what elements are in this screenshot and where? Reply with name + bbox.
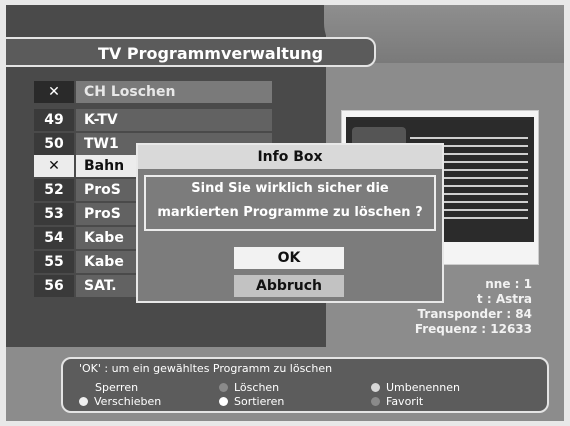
legend-label: Sperren bbox=[95, 381, 139, 394]
color-dot-icon bbox=[219, 383, 228, 392]
info-dialog: Info Box Sind Sie wirklich sicher die ma… bbox=[136, 143, 444, 303]
info-transponder: Transponder : 84 bbox=[417, 307, 532, 321]
tv-screen: TV Programmverwaltung ✕ CH Loschen 49 K-… bbox=[6, 5, 564, 421]
info-antenna: nne : 1 bbox=[485, 277, 532, 291]
channel-number: 54 bbox=[34, 227, 74, 249]
help-hint: 'OK' : um ein gewähltes Programm zu lösc… bbox=[79, 362, 333, 375]
channel-number: 53 bbox=[34, 203, 74, 225]
legend-label: Sortieren bbox=[234, 395, 285, 408]
cancel-button[interactable]: Abbruch bbox=[234, 275, 344, 297]
legend-label: Umbenennen bbox=[386, 381, 460, 394]
legend-umbenennen: Umbenennen bbox=[371, 381, 460, 394]
channel-name: K-TV bbox=[76, 109, 272, 131]
color-dot-icon bbox=[79, 397, 88, 406]
color-dot-icon bbox=[371, 397, 380, 406]
dialog-message: Sind Sie wirklich sicher die markierten … bbox=[144, 175, 436, 231]
legend-label: Löschen bbox=[234, 381, 280, 394]
page-title: TV Programmverwaltung bbox=[6, 37, 376, 67]
delete-channel-action[interactable]: ✕ CH Loschen bbox=[34, 81, 272, 103]
channel-number: 52 bbox=[34, 179, 74, 201]
dialog-title: Info Box bbox=[138, 145, 442, 169]
channel-number: 50 bbox=[34, 133, 74, 155]
dialog-message-line: markierten Programme zu löschen ? bbox=[157, 205, 423, 220]
dialog-message-line: Sind Sie wirklich sicher die bbox=[191, 181, 389, 196]
legend-sortieren: Sortieren bbox=[219, 395, 284, 408]
channel-number: 56 bbox=[34, 275, 74, 297]
legend-sperren: Sperren bbox=[95, 381, 138, 394]
color-dot-icon bbox=[371, 383, 380, 392]
channel-number: 55 bbox=[34, 251, 74, 273]
ok-button[interactable]: OK bbox=[234, 247, 344, 269]
info-frequency: Frequenz : 12633 bbox=[414, 322, 532, 336]
channel-row[interactable]: 49 K-TV bbox=[34, 109, 272, 131]
legend-loeschen: Löschen bbox=[219, 381, 279, 394]
channel-number: 49 bbox=[34, 109, 74, 131]
legend-verschieben: Verschieben bbox=[79, 395, 161, 408]
channel-name: CH Loschen bbox=[76, 81, 272, 103]
help-bar: 'OK' : um ein gewähltes Programm zu lösc… bbox=[61, 357, 549, 413]
color-dot-icon bbox=[219, 397, 228, 406]
x-mark-icon: ✕ bbox=[34, 155, 74, 177]
info-satellite: t : Astra bbox=[476, 292, 532, 306]
legend-label: Verschieben bbox=[94, 395, 162, 408]
legend-favorit: Favorit bbox=[371, 395, 423, 408]
x-mark-icon: ✕ bbox=[34, 81, 74, 103]
legend-label: Favorit bbox=[386, 395, 424, 408]
